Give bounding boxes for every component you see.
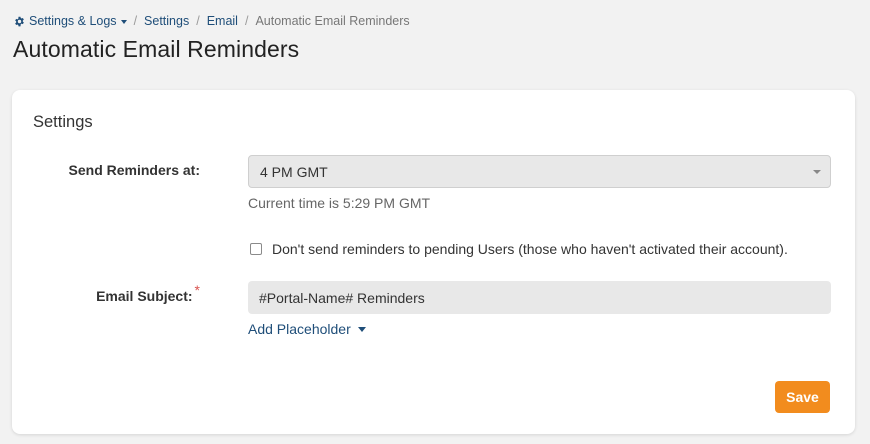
caret-down-icon: [120, 19, 127, 24]
pending-users-checkbox[interactable]: [250, 243, 262, 255]
breadcrumb-separator: /: [133, 14, 138, 28]
select-caret-icon: [813, 170, 821, 174]
save-button[interactable]: Save: [775, 381, 830, 413]
required-asterisk: *: [194, 282, 200, 298]
breadcrumb-email[interactable]: Email: [207, 14, 238, 28]
breadcrumb-settings[interactable]: Settings: [144, 14, 189, 28]
breadcrumb-separator: /: [244, 14, 249, 28]
current-time-help: Current time is 5:29 PM GMT: [248, 195, 431, 211]
pending-users-label[interactable]: Don't send reminders to pending Users (t…: [272, 241, 788, 257]
pending-users-option: Don't send reminders to pending Users (t…: [250, 241, 788, 257]
send-reminders-select[interactable]: 4 PM GMT: [248, 155, 831, 188]
email-subject-label: Email Subject: *: [96, 282, 200, 304]
send-reminders-label: Send Reminders at:: [68, 162, 200, 178]
breadcrumb-settings-logs-label: Settings & Logs: [29, 14, 117, 28]
breadcrumb-settings-logs[interactable]: Settings & Logs: [14, 14, 127, 28]
breadcrumb: Settings & Logs / Settings / Email / Aut…: [14, 13, 410, 29]
page-title: Automatic Email Reminders: [13, 36, 300, 62]
email-subject-input[interactable]: [248, 281, 831, 314]
breadcrumb-separator: /: [196, 14, 200, 28]
settings-section-title: Settings: [33, 113, 93, 131]
page: Settings & Logs / Settings / Email / Aut…: [0, 0, 870, 444]
add-placeholder-label: Add Placeholder: [248, 321, 351, 337]
add-placeholder-dropdown[interactable]: Add Placeholder: [248, 321, 366, 337]
gear-icon: [15, 16, 24, 26]
breadcrumb-current: Automatic Email Reminders: [255, 14, 410, 28]
caret-down-icon: [357, 327, 366, 332]
email-subject-label-text: Email Subject:: [96, 288, 193, 304]
settings-card: Settings Send Reminders at: 4 PM GMT Cur…: [12, 90, 855, 434]
send-reminders-selected-value: 4 PM GMT: [260, 163, 328, 180]
